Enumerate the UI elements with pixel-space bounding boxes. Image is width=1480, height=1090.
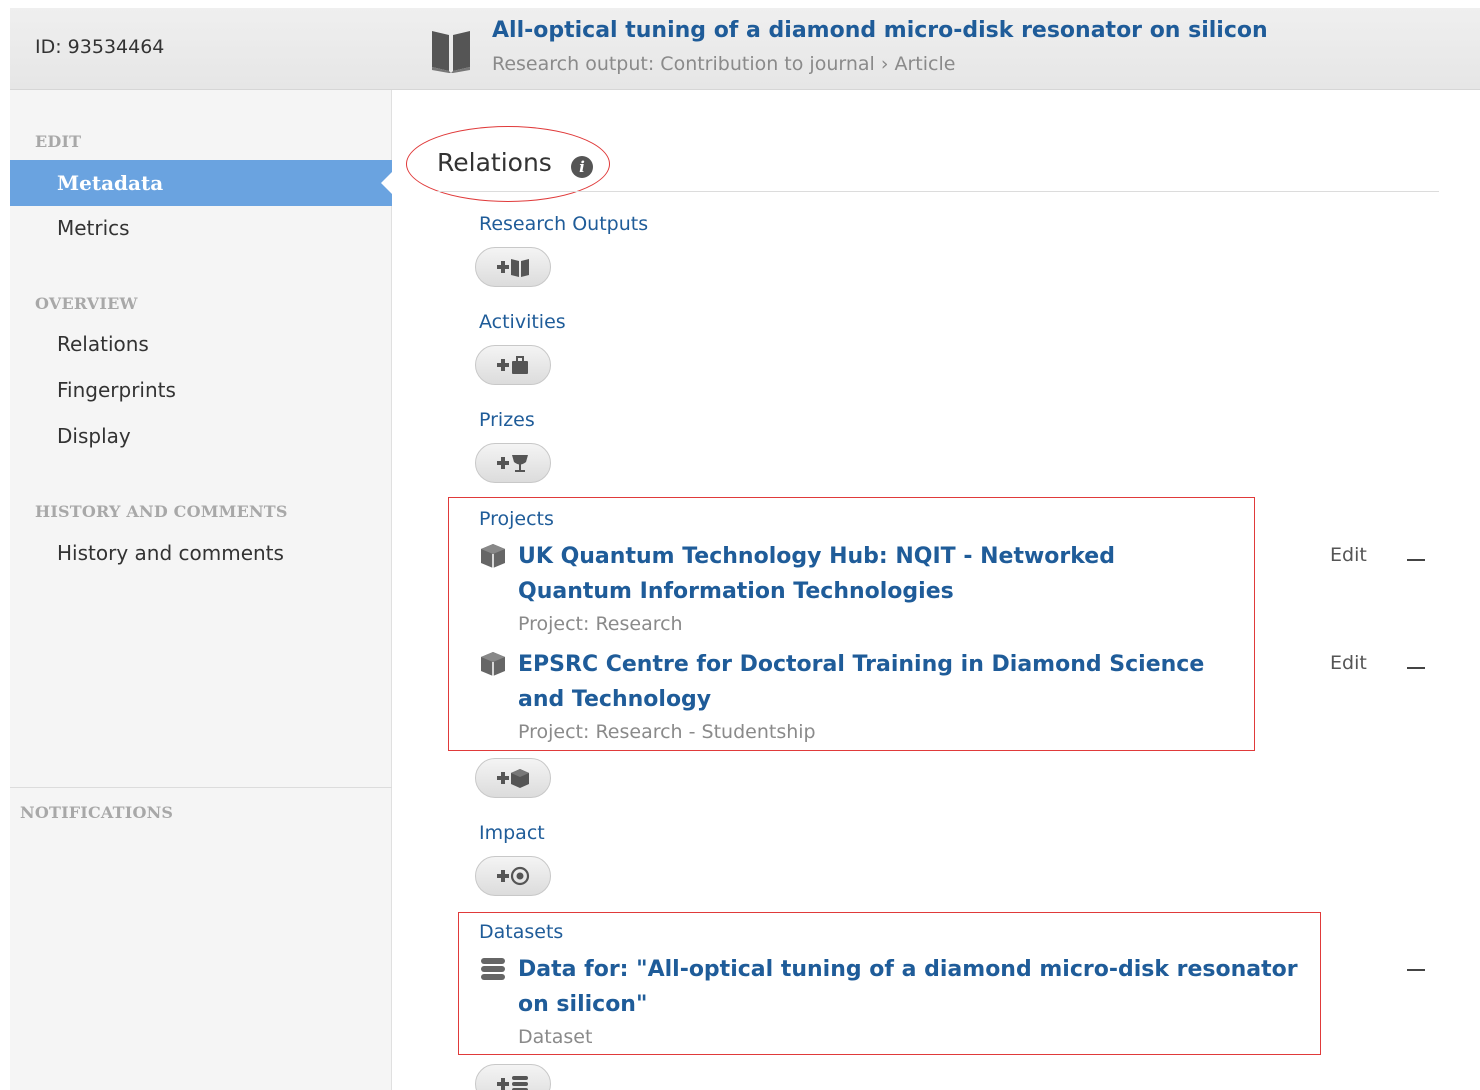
- sidebar-item-relations[interactable]: Relations: [10, 321, 392, 367]
- remove-button[interactable]: [1407, 559, 1425, 561]
- add-activity-button[interactable]: [475, 345, 551, 385]
- project-link[interactable]: EPSRC Centre for Doctoral Training in Di…: [518, 647, 1218, 717]
- content-type: Research output: Contribution to journal…: [492, 53, 956, 75]
- sidebar-item-label: Metrics: [57, 216, 130, 240]
- book-icon: [432, 31, 470, 73]
- section-notifications: NOTIFICATIONS: [20, 803, 174, 822]
- prizes-label: Prizes: [479, 409, 535, 431]
- datasets-label: Datasets: [479, 921, 564, 943]
- dataset-link[interactable]: Data for: "All-optical tuning of a diamo…: [518, 952, 1308, 1022]
- add-research-output-icon: [497, 259, 529, 277]
- add-prize-button[interactable]: [475, 443, 551, 483]
- add-research-output-button[interactable]: [475, 247, 551, 287]
- project-type: Project: Research - Studentship: [518, 721, 816, 743]
- divider: [10, 787, 392, 788]
- add-impact-icon: [497, 866, 530, 886]
- sidebar: EDIT Metadata Metrics OVERVIEW Relations…: [10, 90, 392, 1090]
- section-edit: EDIT: [35, 132, 82, 151]
- divider: [437, 191, 1439, 192]
- sidebar-item-label: Display: [57, 424, 131, 448]
- add-project-button[interactable]: [475, 758, 551, 798]
- research-outputs-label: Research Outputs: [479, 213, 649, 235]
- add-dataset-button[interactable]: [475, 1064, 551, 1090]
- remove-button[interactable]: [1407, 969, 1425, 971]
- content-id: ID: 93534464: [35, 36, 165, 58]
- sidebar-item-history[interactable]: History and comments: [10, 530, 392, 576]
- add-dataset-icon: [497, 1076, 528, 1090]
- project-cube-icon: [481, 544, 505, 568]
- sidebar-item-label: Fingerprints: [57, 378, 176, 402]
- dataset-type: Dataset: [518, 1026, 593, 1048]
- content-title[interactable]: All-optical tuning of a diamond micro-di…: [492, 18, 1268, 43]
- project-link[interactable]: UK Quantum Technology Hub: NQIT - Networ…: [518, 539, 1218, 609]
- database-icon: [481, 958, 505, 980]
- page-header: ID: 93534464 All-optical tuning of a dia…: [10, 8, 1480, 90]
- project-cube-icon: [481, 652, 505, 676]
- info-icon[interactable]: i: [571, 156, 593, 178]
- sidebar-item-metadata[interactable]: Metadata: [10, 160, 392, 206]
- section-overview: OVERVIEW: [35, 294, 138, 313]
- add-project-icon: [497, 769, 529, 788]
- edit-link[interactable]: Edit: [1330, 544, 1367, 566]
- sidebar-item-label: History and comments: [57, 541, 284, 565]
- section-history: HISTORY AND COMMENTS: [35, 502, 288, 521]
- add-activity-icon: [497, 356, 528, 374]
- active-indicator: [381, 172, 392, 194]
- page-title: Relations: [437, 148, 552, 177]
- edit-link[interactable]: Edit: [1330, 652, 1367, 674]
- activities-label: Activities: [479, 311, 566, 333]
- project-type: Project: Research: [518, 613, 683, 635]
- sidebar-item-label: Relations: [57, 332, 149, 356]
- impact-label: Impact: [479, 822, 545, 844]
- sidebar-item-fingerprints[interactable]: Fingerprints: [10, 367, 392, 413]
- sidebar-item-label: Metadata: [57, 171, 164, 195]
- remove-button[interactable]: [1407, 667, 1425, 669]
- sidebar-item-display[interactable]: Display: [10, 413, 392, 459]
- add-prize-icon: [497, 455, 528, 472]
- add-impact-button[interactable]: [475, 856, 551, 896]
- sidebar-item-metrics[interactable]: Metrics: [10, 205, 392, 251]
- projects-label: Projects: [479, 508, 554, 530]
